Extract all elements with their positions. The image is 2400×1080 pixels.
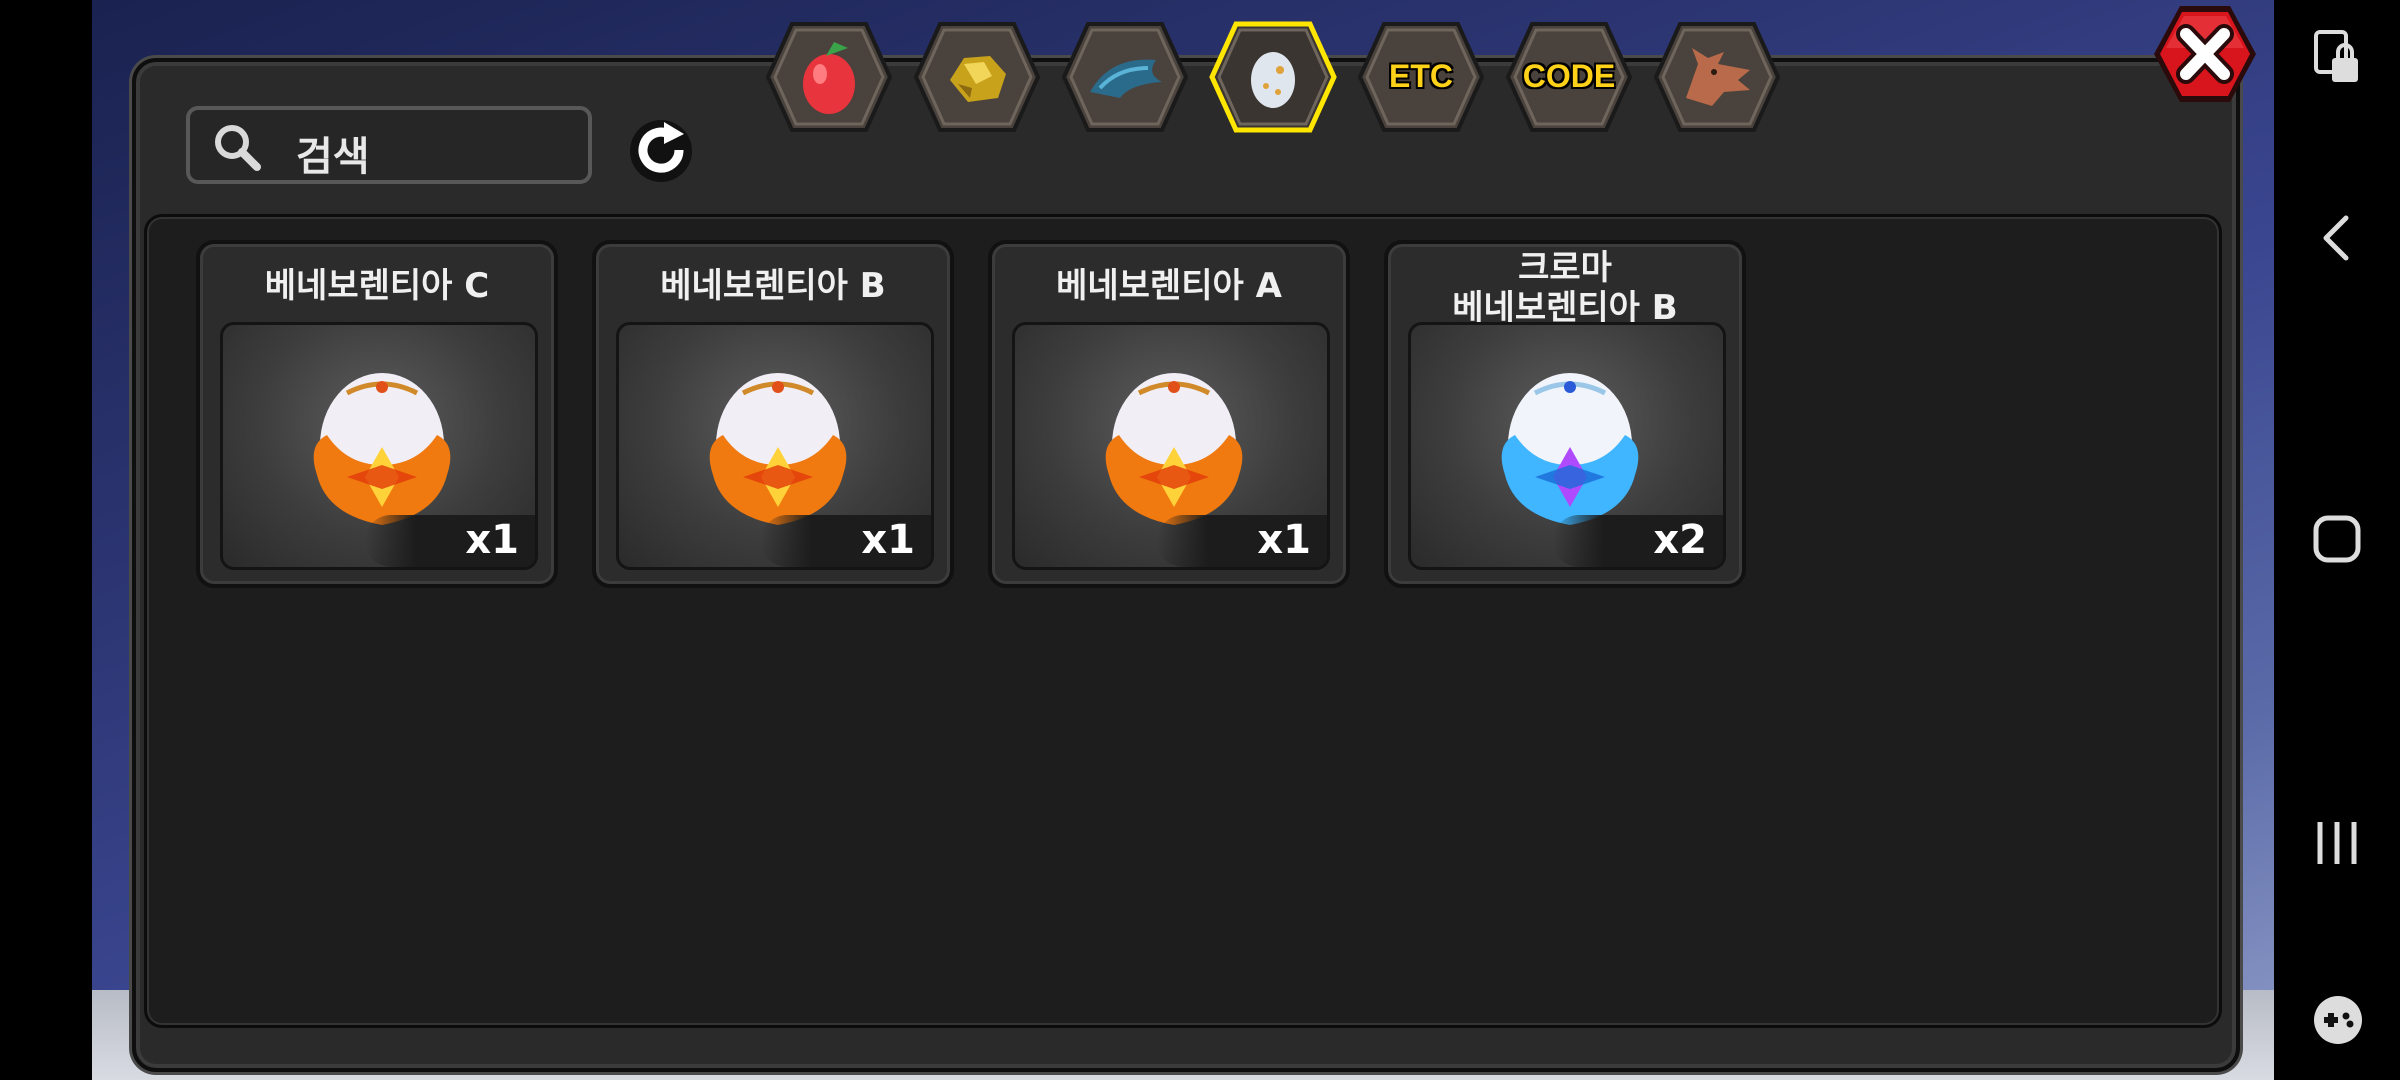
game-tools-icon[interactable] (2312, 994, 2364, 1046)
item-card[interactable]: 베네보렌티아 A x1 (988, 240, 1350, 588)
android-nav-bar (2274, 0, 2400, 1080)
tab-fruit[interactable] (764, 18, 894, 136)
item-name: 크로마 베네보렌티아 B (1388, 248, 1742, 328)
item-name-line-1: 크로마 (1518, 248, 1612, 288)
touch-lock-icon[interactable] (2312, 30, 2362, 86)
item-name: 베네보렌티아 A (1056, 266, 1282, 306)
egg-icon (709, 373, 847, 525)
item-quantity: x1 (1257, 517, 1311, 563)
item-image: x2 (1408, 322, 1726, 570)
item-image: x1 (1012, 322, 1330, 570)
tab-etc[interactable]: ETC (1356, 18, 1486, 136)
egg-icon (1501, 373, 1639, 525)
close-button[interactable] (2150, 2, 2260, 106)
item-quantity: x1 (861, 517, 915, 563)
tab-etc-label: ETC (1389, 58, 1453, 94)
recent-apps-icon[interactable] (2314, 818, 2360, 868)
tab-dragon[interactable] (1652, 18, 1782, 136)
home-icon[interactable] (2312, 514, 2362, 564)
tab-code-label: CODE (1522, 58, 1616, 94)
close-icon (2176, 24, 2234, 84)
item-quantity: x2 (1653, 517, 1707, 563)
item-image: x1 (220, 322, 538, 570)
tab-egg[interactable] (1208, 18, 1338, 136)
egg-icon (1105, 373, 1243, 525)
tab-gold-ore[interactable] (912, 18, 1042, 136)
screen-left-edge (0, 0, 92, 1080)
back-icon[interactable] (2318, 214, 2354, 262)
item-name: 베네보렌티아 B (660, 266, 886, 306)
search-icon (215, 125, 261, 171)
item-image: x1 (616, 322, 934, 570)
egg-icon (313, 373, 451, 525)
refresh-icon[interactable] (624, 112, 698, 186)
item-card[interactable]: 베네보렌티아 B x1 (592, 240, 954, 588)
item-quantity: x1 (465, 517, 519, 563)
tab-code[interactable]: CODE (1504, 18, 1634, 136)
item-card[interactable]: 크로마 베네보렌티아 B x2 (1384, 240, 1746, 588)
search-placeholder: 검색 (296, 134, 370, 180)
tab-dragon-scale[interactable] (1060, 18, 1190, 136)
item-card[interactable]: 베네보렌티아 C x1 (196, 240, 558, 588)
search-input[interactable]: 검색 (186, 106, 592, 184)
item-name: 베네보렌티아 C (264, 266, 490, 306)
egg-icon (1251, 52, 1295, 108)
